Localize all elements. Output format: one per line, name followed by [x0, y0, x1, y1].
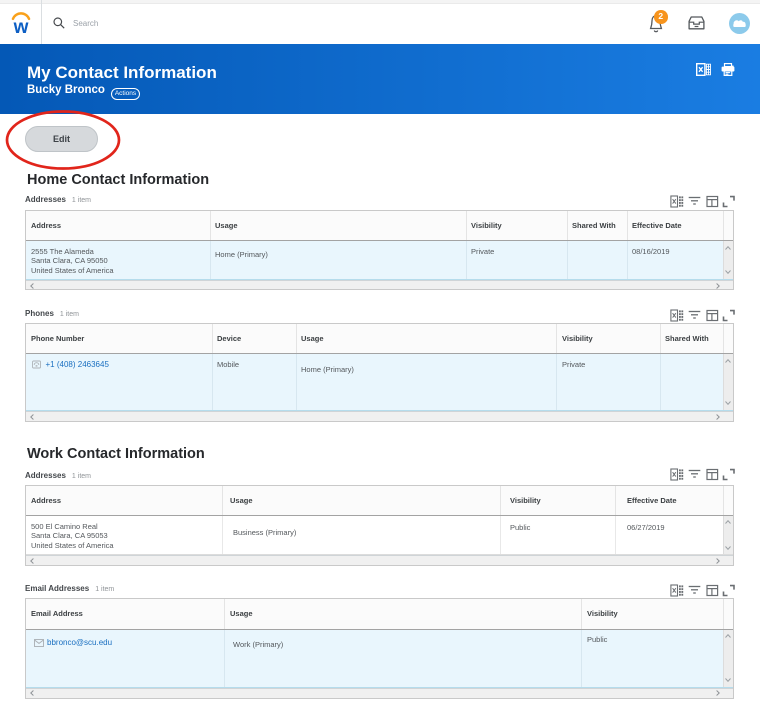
svg-text:w: w — [13, 17, 29, 34]
